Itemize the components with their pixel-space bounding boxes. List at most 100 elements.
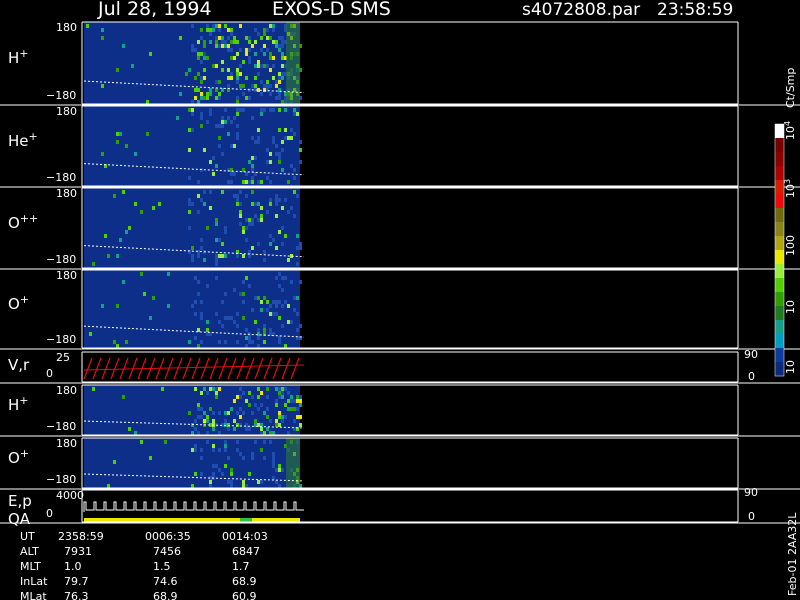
spectrogram-cell: [245, 36, 248, 40]
spectrogram-cell: [239, 24, 242, 28]
spectrogram-cell: [224, 448, 227, 452]
spectrogram-cell: [269, 24, 272, 28]
spectrogram-cell: [257, 60, 260, 64]
spectrogram-cell: [221, 300, 224, 304]
colorbar-segment: [775, 138, 784, 153]
spectrogram-cell: [248, 40, 251, 44]
spectrogram-cell: [278, 76, 281, 80]
spectrogram-cell: [194, 300, 197, 304]
spectrogram-cell: [239, 387, 242, 391]
spectrogram-cell: [212, 411, 215, 415]
spectrogram-cell: [275, 419, 278, 423]
spectrogram-cell: [281, 419, 284, 423]
spectrogram-cell: [236, 448, 239, 452]
spectrogram-cell: [263, 411, 266, 415]
spectrogram-cell: [215, 238, 218, 242]
right-tick-top: 90: [744, 348, 758, 361]
spectrogram-cell: [194, 76, 197, 80]
spectrogram-cell: [203, 202, 206, 206]
spectrogram-cell: [212, 427, 215, 431]
spectrogram-cell: [197, 40, 200, 44]
spectrogram-cell: [215, 218, 218, 222]
spectrogram-cell: [248, 254, 251, 258]
spectrogram-cell: [281, 64, 284, 68]
spectrogram-cell: [287, 210, 290, 214]
panel-frame: [82, 352, 738, 382]
spectrogram-cell: [200, 52, 203, 56]
spectrogram-cell: [269, 160, 272, 164]
spectrogram-cell: [290, 164, 293, 168]
ephemeris-row-label: MLat: [20, 590, 47, 600]
spectrogram-cell: [188, 340, 191, 344]
spectrogram-cell: [251, 456, 254, 460]
panel-8: 40000900E,pQA: [0, 486, 800, 528]
spectrogram-cell: [206, 284, 209, 288]
spectrogram-cell: [266, 148, 269, 152]
spectrogram-cell: [224, 230, 227, 234]
spectrogram-cell: [269, 440, 272, 444]
spectrogram-cell: [206, 328, 209, 332]
spectrogram-cell: [224, 316, 227, 320]
spectrogram-cell: [269, 312, 272, 316]
spectrogram-cell: [245, 484, 248, 488]
spectrogram-cell: [254, 156, 257, 160]
spectrogram-cell: [134, 202, 137, 206]
spectrogram-cell: [272, 40, 275, 44]
spectrogram-cell: [140, 210, 143, 214]
spectrogram-cell: [191, 48, 194, 52]
spectrogram-cell: [224, 226, 227, 230]
spectrogram-cell: [266, 407, 269, 411]
spectrogram-cell: [149, 316, 152, 320]
spectrogram-cell: [191, 44, 194, 48]
spectrogram-cell: [278, 230, 281, 234]
spectrogram-cell: [197, 88, 200, 92]
spectrogram-cell: [239, 415, 242, 419]
spectrogram-cell: [281, 168, 284, 172]
spectrogram-cell: [221, 36, 224, 40]
spectrogram-cell: [101, 152, 104, 156]
spectrogram-cell: [278, 44, 281, 48]
spectrogram-cell: [227, 36, 230, 40]
spectrogram-cell: [194, 48, 197, 52]
spectrogram-cell: [215, 96, 218, 100]
spectrogram-cell: [233, 144, 236, 148]
spectrogram-cell: [275, 44, 278, 48]
spectrogram-cell: [260, 36, 263, 40]
spectrogram-cell: [236, 423, 239, 427]
spectrogram-cell: [299, 324, 302, 328]
spectrogram-cell: [236, 194, 239, 198]
spectrogram-cell: [140, 440, 143, 444]
spectrogram-cell: [215, 387, 218, 391]
spectrogram-cell: [242, 180, 245, 184]
spectrogram-cell: [296, 296, 299, 300]
spectrogram-cell: [215, 64, 218, 68]
spectrogram-cell: [218, 238, 221, 242]
spectrogram-cell: [281, 40, 284, 44]
spectrogram-cell: [272, 238, 275, 242]
spectrogram-cell: [284, 415, 287, 419]
spectrogram-cell: [275, 468, 278, 472]
spectrogram-cell: [230, 120, 233, 124]
spectrogram-cell: [104, 234, 107, 238]
spectrogram-cell: [281, 288, 284, 292]
spectrogram-cell: [221, 116, 224, 120]
spectrogram-cell: [281, 387, 284, 391]
spectrogram-cell: [278, 316, 281, 320]
spectrogram-cell: [227, 44, 230, 48]
spectrogram-cell: [197, 407, 200, 411]
spectrogram-cell: [236, 80, 239, 84]
spectrogram-cell: [278, 160, 281, 164]
spectrogram-cell: [200, 60, 203, 64]
spectrogram-cell: [275, 198, 278, 202]
spectrogram-cell: [233, 288, 236, 292]
spectrogram-cell: [197, 210, 200, 214]
colorbar-segment: [775, 208, 784, 223]
spectrogram-cell: [296, 312, 299, 316]
spectrogram-cell: [242, 316, 245, 320]
header-date: Jul 28, 1994: [97, 0, 212, 20]
spectrogram-cell: [272, 431, 275, 435]
spectrogram-cell: [248, 472, 251, 476]
spectrogram-cell: [191, 128, 194, 132]
spectrogram-cell: [203, 419, 206, 423]
spectrogram-cell: [239, 84, 242, 88]
